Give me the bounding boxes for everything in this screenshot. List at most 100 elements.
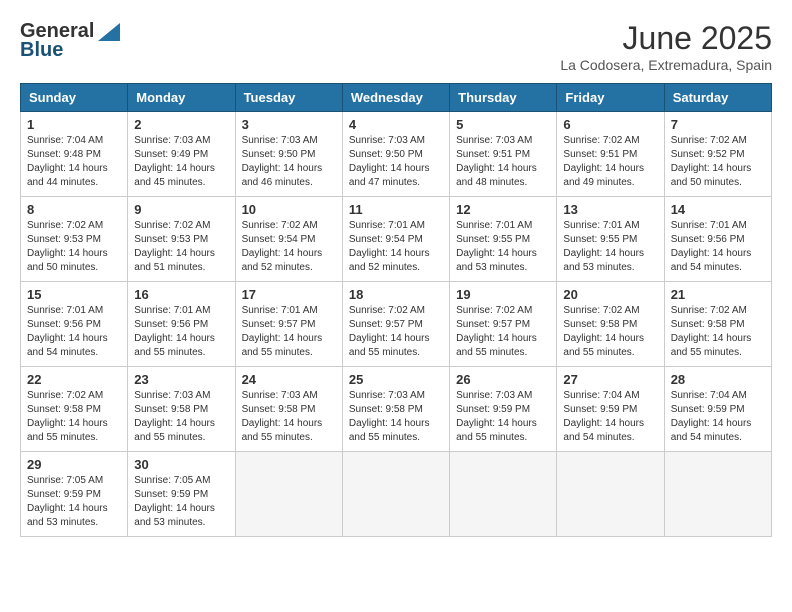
day-number: 27 (563, 372, 657, 387)
day-info: Sunrise: 7:01 AMSunset: 9:56 PMDaylight:… (134, 304, 228, 360)
header: General Blue June 2025 La Codosera, Extr… (20, 20, 772, 73)
day-info: Sunrise: 7:01 AMSunset: 9:57 PMDaylight:… (242, 304, 336, 360)
day-info: Sunrise: 7:01 AMSunset: 9:55 PMDaylight:… (456, 219, 550, 275)
day-info: Sunrise: 7:05 AMSunset: 9:59 PMDaylight:… (134, 474, 228, 530)
day-number: 20 (563, 287, 657, 302)
day-info: Sunrise: 7:02 AMSunset: 9:57 PMDaylight:… (456, 304, 550, 360)
day-number: 11 (349, 202, 443, 217)
day-number: 22 (27, 372, 121, 387)
day-cell-27: 27 Sunrise: 7:04 AMSunset: 9:59 PMDayligh… (557, 367, 664, 452)
day-cell-29: 29Sunrise: 7:05 AMSunset: 9:59 PMDayligh… (21, 452, 128, 537)
weekday-header-thursday: Thursday (450, 84, 557, 112)
title-area: June 2025 La Codosera, Extremadura, Spai… (560, 20, 772, 73)
day-number: 16 (134, 287, 228, 302)
day-info: Sunrise: 7:01 AMSunset: 9:54 PMDaylight:… (349, 219, 443, 275)
day-info: Sunrise: 7:02 AMSunset: 9:53 PMDaylight:… (27, 219, 121, 275)
day-cell-11: 11 Sunrise: 7:01 AMSunset: 9:54 PMDayligh… (342, 197, 449, 282)
day-cell-2: 2 Sunrise: 7:03 AMSunset: 9:49 PMDaylight… (128, 112, 235, 197)
weekday-header-saturday: Saturday (664, 84, 771, 112)
day-number: 18 (349, 287, 443, 302)
day-cell-15: 15 Sunrise: 7:01 AMSunset: 9:56 PMDayligh… (21, 282, 128, 367)
day-cell-26: 26 Sunrise: 7:03 AMSunset: 9:59 PMDayligh… (450, 367, 557, 452)
day-info: Sunrise: 7:02 AMSunset: 9:52 PMDaylight:… (671, 134, 765, 190)
day-number: 21 (671, 287, 765, 302)
calendar-title: June 2025 (560, 20, 772, 57)
weekday-header-wednesday: Wednesday (342, 84, 449, 112)
day-info: Sunrise: 7:03 AMSunset: 9:49 PMDaylight:… (134, 134, 228, 190)
day-number: 1 (27, 117, 121, 132)
day-number: 12 (456, 202, 550, 217)
day-number: 6 (563, 117, 657, 132)
day-info: Sunrise: 7:02 AMSunset: 9:58 PMDaylight:… (563, 304, 657, 360)
day-info: Sunrise: 7:02 AMSunset: 9:57 PMDaylight:… (349, 304, 443, 360)
day-number: 17 (242, 287, 336, 302)
day-number: 23 (134, 372, 228, 387)
day-cell-18: 18 Sunrise: 7:02 AMSunset: 9:57 PMDayligh… (342, 282, 449, 367)
day-cell-empty (450, 452, 557, 537)
day-info: Sunrise: 7:02 AMSunset: 9:53 PMDaylight:… (134, 219, 228, 275)
day-cell-3: 3Sunrise: 7:03 AMSunset: 9:50 PMDaylight… (235, 112, 342, 197)
logo-blue-text: Blue (20, 39, 63, 62)
day-cell-empty (664, 452, 771, 537)
day-cell-empty (557, 452, 664, 537)
day-cell-21: 21Sunrise: 7:02 AMSunset: 9:58 PMDayligh… (664, 282, 771, 367)
weekday-header-row: SundayMondayTuesdayWednesdayThursdayFrid… (21, 84, 772, 112)
day-info: Sunrise: 7:03 AMSunset: 9:50 PMDaylight:… (349, 134, 443, 190)
day-cell-25: 25 Sunrise: 7:03 AMSunset: 9:58 PMDayligh… (342, 367, 449, 452)
day-info: Sunrise: 7:05 AMSunset: 9:59 PMDaylight:… (27, 474, 121, 530)
day-cell-7: 7 Sunrise: 7:02 AMSunset: 9:52 PMDaylight… (664, 112, 771, 197)
day-cell-19: 19 Sunrise: 7:02 AMSunset: 9:57 PMDayligh… (450, 282, 557, 367)
day-cell-9: 9 Sunrise: 7:02 AMSunset: 9:53 PMDaylight… (128, 197, 235, 282)
week-row-4: 22 Sunrise: 7:02 AMSunset: 9:58 PMDayligh… (21, 367, 772, 452)
day-cell-28: 28 Sunrise: 7:04 AMSunset: 9:59 PMDayligh… (664, 367, 771, 452)
day-info: Sunrise: 7:04 AMSunset: 9:48 PMDaylight:… (27, 134, 121, 190)
day-number: 25 (349, 372, 443, 387)
day-info: Sunrise: 7:01 AMSunset: 9:55 PMDaylight:… (563, 219, 657, 275)
calendar-subtitle: La Codosera, Extremadura, Spain (560, 57, 772, 73)
day-cell-6: 6 Sunrise: 7:02 AMSunset: 9:51 PMDaylight… (557, 112, 664, 197)
day-number: 28 (671, 372, 765, 387)
day-cell-4: 4 Sunrise: 7:03 AMSunset: 9:50 PMDaylight… (342, 112, 449, 197)
calendar-table: SundayMondayTuesdayWednesdayThursdayFrid… (20, 83, 772, 537)
day-number: 15 (27, 287, 121, 302)
day-info: Sunrise: 7:04 AMSunset: 9:59 PMDaylight:… (671, 389, 765, 445)
day-cell-20: 20 Sunrise: 7:02 AMSunset: 9:58 PMDayligh… (557, 282, 664, 367)
day-info: Sunrise: 7:01 AMSunset: 9:56 PMDaylight:… (671, 219, 765, 275)
day-cell-empty (342, 452, 449, 537)
day-info: Sunrise: 7:02 AMSunset: 9:58 PMDaylight:… (27, 389, 121, 445)
day-info: Sunrise: 7:04 AMSunset: 9:59 PMDaylight:… (563, 389, 657, 445)
day-number: 5 (456, 117, 550, 132)
day-number: 26 (456, 372, 550, 387)
day-number: 19 (456, 287, 550, 302)
day-number: 8 (27, 202, 121, 217)
day-cell-24: 24 Sunrise: 7:03 AMSunset: 9:58 PMDayligh… (235, 367, 342, 452)
logo-icon (98, 23, 120, 41)
day-cell-8: 8 Sunrise: 7:02 AMSunset: 9:53 PMDaylight… (21, 197, 128, 282)
day-cell-22: 22 Sunrise: 7:02 AMSunset: 9:58 PMDayligh… (21, 367, 128, 452)
day-number: 30 (134, 457, 228, 472)
day-info: Sunrise: 7:02 AMSunset: 9:51 PMDaylight:… (563, 134, 657, 190)
day-cell-23: 23Sunrise: 7:03 AMSunset: 9:58 PMDayligh… (128, 367, 235, 452)
day-number: 7 (671, 117, 765, 132)
week-row-5: 29Sunrise: 7:05 AMSunset: 9:59 PMDayligh… (21, 452, 772, 537)
weekday-header-tuesday: Tuesday (235, 84, 342, 112)
day-cell-17: 17 Sunrise: 7:01 AMSunset: 9:57 PMDayligh… (235, 282, 342, 367)
day-cell-5: 5 Sunrise: 7:03 AMSunset: 9:51 PMDaylight… (450, 112, 557, 197)
day-cell-16: 16 Sunrise: 7:01 AMSunset: 9:56 PMDayligh… (128, 282, 235, 367)
day-info: Sunrise: 7:03 AMSunset: 9:51 PMDaylight:… (456, 134, 550, 190)
day-cell-14: 14 Sunrise: 7:01 AMSunset: 9:56 PMDayligh… (664, 197, 771, 282)
day-number: 4 (349, 117, 443, 132)
day-cell-empty (235, 452, 342, 537)
day-info: Sunrise: 7:03 AMSunset: 9:58 PMDaylight:… (242, 389, 336, 445)
day-number: 2 (134, 117, 228, 132)
day-number: 24 (242, 372, 336, 387)
week-row-2: 8 Sunrise: 7:02 AMSunset: 9:53 PMDaylight… (21, 197, 772, 282)
day-cell-13: 13Sunrise: 7:01 AMSunset: 9:55 PMDayligh… (557, 197, 664, 282)
day-number: 14 (671, 202, 765, 217)
day-info: Sunrise: 7:03 AMSunset: 9:59 PMDaylight:… (456, 389, 550, 445)
day-info: Sunrise: 7:01 AMSunset: 9:56 PMDaylight:… (27, 304, 121, 360)
day-number: 9 (134, 202, 228, 217)
day-info: Sunrise: 7:03 AMSunset: 9:58 PMDaylight:… (349, 389, 443, 445)
day-cell-30: 30 Sunrise: 7:05 AMSunset: 9:59 PMDayligh… (128, 452, 235, 537)
day-cell-1: 1 Sunrise: 7:04 AMSunset: 9:48 PMDaylight… (21, 112, 128, 197)
